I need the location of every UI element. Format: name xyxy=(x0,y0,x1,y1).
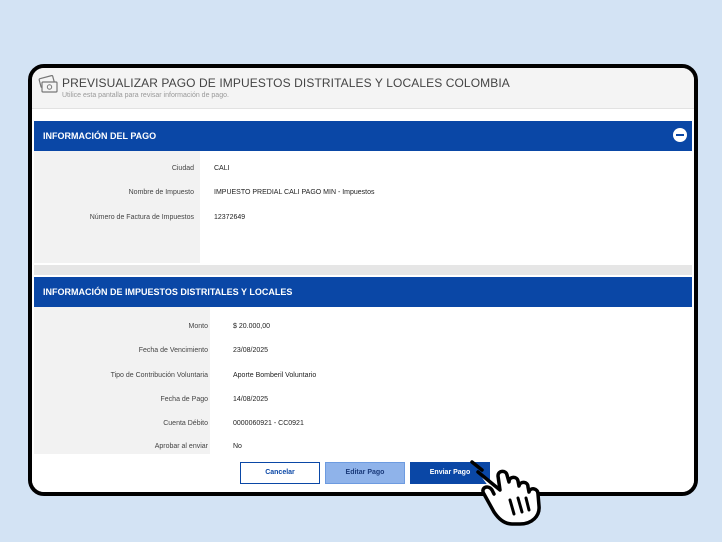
tax-info-label-column xyxy=(34,307,210,454)
section-title: INFORMACIÓN DEL PAGO xyxy=(43,131,157,141)
city-label: Ciudad xyxy=(171,165,194,172)
tax-name-label: Nombre de Impuesto xyxy=(128,189,194,196)
approve-on-send-value: No xyxy=(233,443,242,450)
payment-cards-icon xyxy=(38,74,58,100)
debit-account-value: 0000060921 - CC0921 xyxy=(233,420,304,427)
hand-pointer-icon xyxy=(470,456,550,533)
approve-on-send-label: Aprobar al enviar xyxy=(154,443,208,450)
payment-date-label: Fecha de Pago xyxy=(160,396,208,403)
contribution-type-label: Tipo de Contribución Voluntaria xyxy=(110,372,208,379)
contribution-type-value: Aporte Bomberil Voluntario xyxy=(233,372,317,379)
app-window: PREVISUALIZAR PAGO DE IMPUESTOS DISTRITA… xyxy=(28,64,698,496)
invoice-number-label: Número de Factura de Impuestos xyxy=(89,214,194,221)
amount-label: Monto xyxy=(188,323,208,330)
due-date-label: Fecha de Vencimiento xyxy=(138,347,208,354)
city-value: CALI xyxy=(214,165,230,172)
section-divider xyxy=(34,265,692,275)
page-title: PREVISUALIZAR PAGO DE IMPUESTOS DISTRITA… xyxy=(62,76,510,90)
page-subtitle: Utilice esta pantalla para revisar infor… xyxy=(62,92,229,99)
page-header: PREVISUALIZAR PAGO DE IMPUESTOS DISTRITA… xyxy=(32,68,694,109)
debit-account-label: Cuenta Débito xyxy=(163,420,208,427)
cancel-button[interactable]: Cancelar xyxy=(240,462,320,484)
minus-circle-icon[interactable] xyxy=(673,128,687,142)
payment-date-value: 14/08/2025 xyxy=(233,396,269,403)
edit-payment-button[interactable]: Editar Pago xyxy=(325,462,405,484)
tax-info-header[interactable]: INFORMACIÓN DE IMPUESTOS DISTRITALES Y L… xyxy=(34,277,692,307)
tax-name-value: IMPUESTO PREDIAL CALI PAGO MIN - Impuest… xyxy=(214,189,375,196)
due-date-value: 23/08/2025 xyxy=(233,347,269,354)
action-bar: Cancelar Editar Pago Enviar Pago xyxy=(32,454,694,492)
section-title: INFORMACIÓN DE IMPUESTOS DISTRITALES Y L… xyxy=(43,287,293,297)
invoice-number-value: 12372649 xyxy=(214,214,246,221)
amount-value: $ 20.000,00 xyxy=(233,323,270,330)
payment-info-header[interactable]: INFORMACIÓN DEL PAGO xyxy=(34,121,692,151)
